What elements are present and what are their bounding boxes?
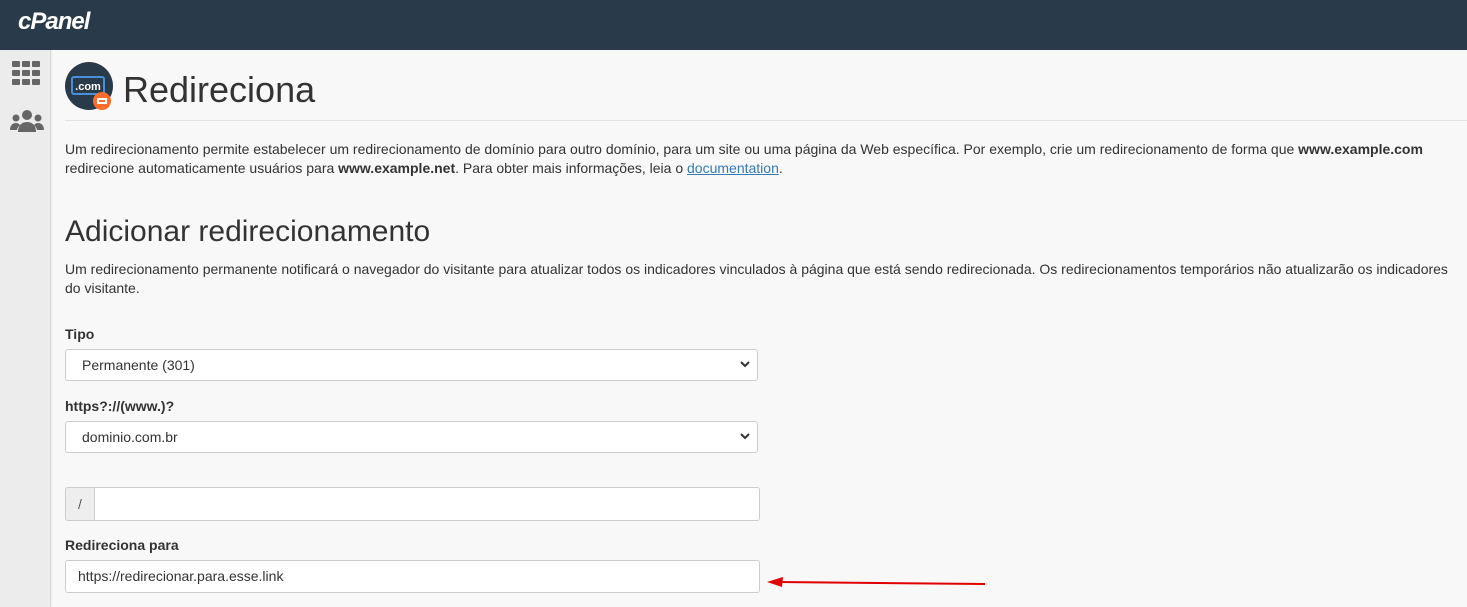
section-title: Adicionar redirecionamento xyxy=(65,215,431,248)
path-input-group: / xyxy=(65,487,760,521)
title-divider xyxy=(65,120,1467,121)
page-title: Redireciona xyxy=(123,69,316,110)
path-prefix: / xyxy=(65,487,95,521)
documentation-link[interactable]: documentation xyxy=(687,160,779,176)
type-select[interactable]: Permanente (301) xyxy=(65,349,758,381)
main-content: .com Redireciona Um redirecionamento per… xyxy=(65,50,1467,607)
type-label: Tipo xyxy=(65,326,95,342)
grid-icon[interactable] xyxy=(10,60,41,91)
domain-label: https?://(www.)? xyxy=(65,398,175,414)
chevron-down-icon xyxy=(740,433,750,440)
sidebar xyxy=(0,50,51,607)
page-description: Um redirecionamento permite estabelecer … xyxy=(65,141,1423,176)
users-icon[interactable] xyxy=(9,108,45,141)
section-description: Um redirecionamento permanente notificar… xyxy=(65,261,1448,296)
annotation-arrow xyxy=(767,577,986,587)
redirect-label: Redireciona para xyxy=(65,537,179,553)
cpanel-logo[interactable]: cPanel xyxy=(18,8,90,36)
path-input[interactable] xyxy=(94,487,760,521)
svg-text:.com: .com xyxy=(75,81,101,93)
top-bar: cPanel xyxy=(0,0,1467,50)
redirect-url-input[interactable]: https://redirecionar.para.esse.link xyxy=(65,560,760,593)
chevron-down-icon xyxy=(740,361,750,368)
redirects-icon: .com xyxy=(65,62,113,110)
domain-select[interactable]: dominio.com.br xyxy=(65,421,758,453)
